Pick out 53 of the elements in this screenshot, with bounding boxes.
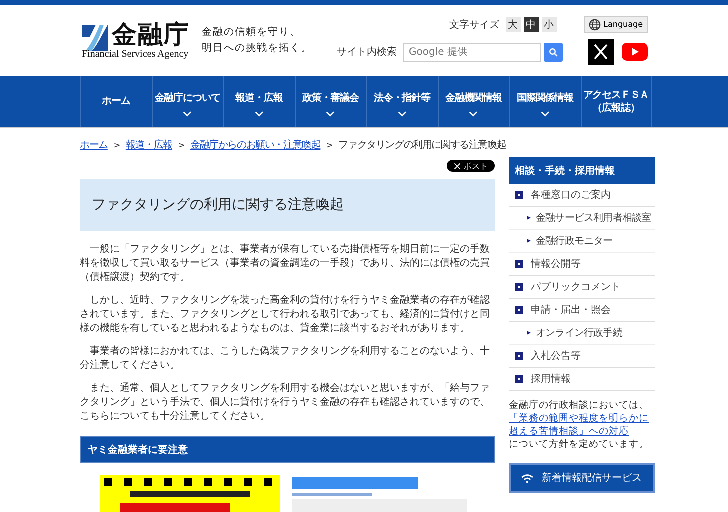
chevron-icon bbox=[254, 111, 264, 117]
paragraph: しかし、近時、ファクタリングを装った高金利の貸付けを行うヤミ金融業者の存在が確認されています。また、ファクタリングとして行われる取引であっても、経済的に貸付けと同様の機能を有していると思われるようなものは、貸金業に該当するおそれがあります。 bbox=[80, 294, 491, 336]
square-bullet-icon bbox=[515, 306, 523, 314]
breadcrumb-separator: > bbox=[178, 140, 184, 150]
breadcrumb-link[interactable]: ホーム bbox=[80, 138, 108, 152]
search-icon bbox=[549, 48, 558, 56]
square-bullet-icon bbox=[515, 352, 523, 360]
chevron-icon bbox=[183, 111, 192, 117]
chevron-icon bbox=[398, 111, 407, 117]
logo-english: Financial Services Agency bbox=[82, 49, 190, 60]
paragraph: 事業者の皆様におかれては、こうした偽装ファクタリングを利用することのないよう、十分注意してください。 bbox=[80, 345, 491, 373]
font-size-button[interactable]: 大 bbox=[506, 17, 521, 32]
search-field[interactable]: Google 提供 bbox=[403, 42, 541, 62]
x-logo-icon[interactable] bbox=[588, 39, 614, 65]
triangle-bullet-icon bbox=[527, 331, 531, 335]
square-bullet-icon bbox=[515, 375, 523, 383]
language-button[interactable]: Language bbox=[584, 16, 648, 33]
x-logo-icon bbox=[454, 162, 461, 170]
triangle-bullet-icon bbox=[527, 239, 531, 243]
news-service-button[interactable]: 新着情報配信サービス bbox=[509, 463, 655, 493]
globe-icon bbox=[588, 18, 601, 30]
square-bullet-icon bbox=[515, 191, 523, 199]
nav-tab[interactable]: 金融庁について bbox=[152, 76, 223, 127]
triangle-bullet-icon bbox=[527, 216, 531, 220]
post-button[interactable]: ポスト bbox=[447, 160, 495, 172]
logo-name: 金融庁 bbox=[112, 21, 190, 49]
font-size-button[interactable]: 中 bbox=[524, 17, 539, 32]
tagline: 明日への挑戦を拓く。 bbox=[202, 42, 312, 56]
paragraph: 一般に「ファクタリング」とは、事業者が保有している売掛債権等を期日前に一定の手数料を徴収して買い取るサービス（事業者の資金調達の一手段）であり、法的には債権の売買（債権譲渡）契約です。 bbox=[80, 243, 491, 285]
breadcrumb-separator: > bbox=[114, 140, 120, 150]
font-size-button[interactable]: 小 bbox=[542, 17, 557, 32]
policy-link[interactable]: 「業務の範囲や程度を明らかに超える苦情相談」への対応 bbox=[509, 412, 655, 438]
font-size-label: 文字サイズ bbox=[450, 18, 500, 32]
video-play-icon[interactable] bbox=[622, 43, 648, 61]
square-bullet-icon bbox=[515, 283, 523, 291]
chevron-icon bbox=[469, 111, 478, 117]
sidebar-note: 金融庁の行政相談においては、 「業務の範囲や程度を明らかに超える苦情相談」への対応 について方針を定めています。 bbox=[509, 399, 655, 451]
breadcrumb-separator: > bbox=[326, 140, 333, 150]
breadcrumb-link[interactable]: 報道・広報 bbox=[126, 138, 172, 152]
search-label: サイト内検索 bbox=[337, 46, 397, 59]
breadcrumb-current: ファクタリングの利用に関する注意喚起 bbox=[338, 138, 506, 152]
section-heading: ヤミ金融業者に要注意 bbox=[80, 436, 495, 463]
square-bullet-icon bbox=[515, 260, 523, 268]
chevron-icon bbox=[540, 111, 550, 117]
search-button[interactable] bbox=[544, 42, 563, 62]
nav-tab[interactable]: アクセスＦＳＡ （広報誌） bbox=[580, 76, 652, 127]
chevron-icon bbox=[326, 111, 336, 117]
wifi-icon bbox=[521, 474, 534, 482]
breadcrumb-link[interactable]: 金融庁からのお願い・注意喚起 bbox=[190, 138, 321, 152]
page-title: ファクタリングの利用に関する注意喚起 bbox=[80, 179, 495, 231]
sidebar-heading: 相談・手続・採用情報 bbox=[509, 157, 655, 184]
paragraph: また、通常、個人としてファクタリングを利用する機会はないと思いますが、「給与ファクタリング」という手法で、個人に貸付けを行うヤミ金融の存在も確認されていますので、こちらについても十分注意してください。 bbox=[80, 382, 491, 424]
tagline: 金融の信頼を守り、 bbox=[202, 26, 302, 40]
